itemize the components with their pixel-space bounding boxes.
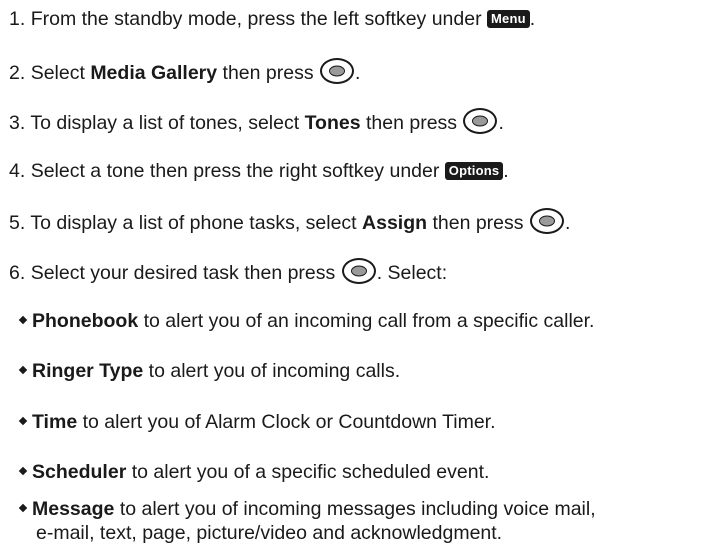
diamond-bullet-icon <box>18 315 28 325</box>
option-title: Scheduler <box>32 461 127 483</box>
step-number: 4. <box>9 160 26 182</box>
step-4: 4. Select a tone then press the right so… <box>9 159 509 183</box>
option-message: Message to alert you of incoming message… <box>18 497 596 521</box>
step-text: then press <box>222 62 314 84</box>
step-emphasis: Tones <box>304 112 361 134</box>
step-text: Select <box>30 62 85 84</box>
step-number: 5. <box>9 212 26 234</box>
step-number: 6. <box>9 262 26 284</box>
ok-key-icon <box>341 258 376 284</box>
option-scheduler: Scheduler to alert you of a specific sch… <box>18 460 489 484</box>
option-title: Message <box>32 498 115 520</box>
option-text: e-mail, text, page, picture/video and ac… <box>36 522 503 544</box>
step-emphasis: Assign <box>362 212 428 234</box>
step-punct: . <box>355 62 361 84</box>
step-emphasis: Media Gallery <box>90 62 218 84</box>
step-punct: . Select: <box>376 262 448 284</box>
option-text: to alert you of incoming messages includ… <box>119 498 596 520</box>
step-punct: . <box>503 160 509 182</box>
step-3: 3. To display a list of tones, select To… <box>9 108 504 135</box>
option-text: to alert you of incoming calls. <box>148 360 401 382</box>
step-number: 3. <box>9 112 26 134</box>
ok-key-icon <box>463 108 498 134</box>
option-phonebook: Phonebook to alert you of an incoming ca… <box>18 309 594 333</box>
instruction-document: 1. From the standby mode, press the left… <box>0 0 705 546</box>
diamond-bullet-icon <box>18 365 28 375</box>
step-6: 6. Select your desired task then press .… <box>9 258 447 285</box>
step-5: 5. To display a list of phone tasks, sel… <box>9 208 570 235</box>
step-text: then press <box>432 212 524 234</box>
step-text: Select your desired task then press <box>30 262 336 284</box>
option-text: to alert you of Alarm Clock or Countdown… <box>82 411 496 433</box>
step-2: 2. Select Media Gallery then press . <box>9 58 360 85</box>
step-number: 1. <box>9 8 26 30</box>
option-ringer-type: Ringer Type to alert you of incoming cal… <box>18 359 400 383</box>
option-message-continued: e-mail, text, page, picture/video and ac… <box>36 521 502 545</box>
option-text: to alert you of an incoming call from a … <box>143 310 595 332</box>
option-text: to alert you of a specific scheduled eve… <box>131 461 490 483</box>
option-title: Phonebook <box>32 310 139 332</box>
step-punct: . <box>564 212 571 234</box>
diamond-bullet-icon <box>18 416 28 426</box>
diamond-bullet-icon <box>18 503 28 513</box>
step-text: To display a list of phone tasks, select <box>30 212 357 234</box>
step-1: 1. From the standby mode, press the left… <box>9 7 535 31</box>
option-title: Ringer Type <box>32 360 144 382</box>
step-text: Select a tone then press the right softk… <box>30 160 440 182</box>
step-text: From the standby mode, press the left so… <box>30 8 482 30</box>
options-softkey-label: Options <box>444 162 504 180</box>
step-text: then press <box>365 112 458 134</box>
diamond-bullet-icon <box>18 466 28 476</box>
ok-key-icon <box>529 208 564 234</box>
step-punct: . <box>498 112 504 134</box>
step-number: 2. <box>9 62 26 84</box>
menu-softkey-label: Menu <box>487 10 530 28</box>
option-title: Time <box>32 411 78 433</box>
ok-key-icon <box>320 58 355 84</box>
step-punct: . <box>529 8 536 30</box>
step-text: To display a list of tones, select <box>30 112 300 134</box>
option-time: Time to alert you of Alarm Clock or Coun… <box>18 410 496 434</box>
